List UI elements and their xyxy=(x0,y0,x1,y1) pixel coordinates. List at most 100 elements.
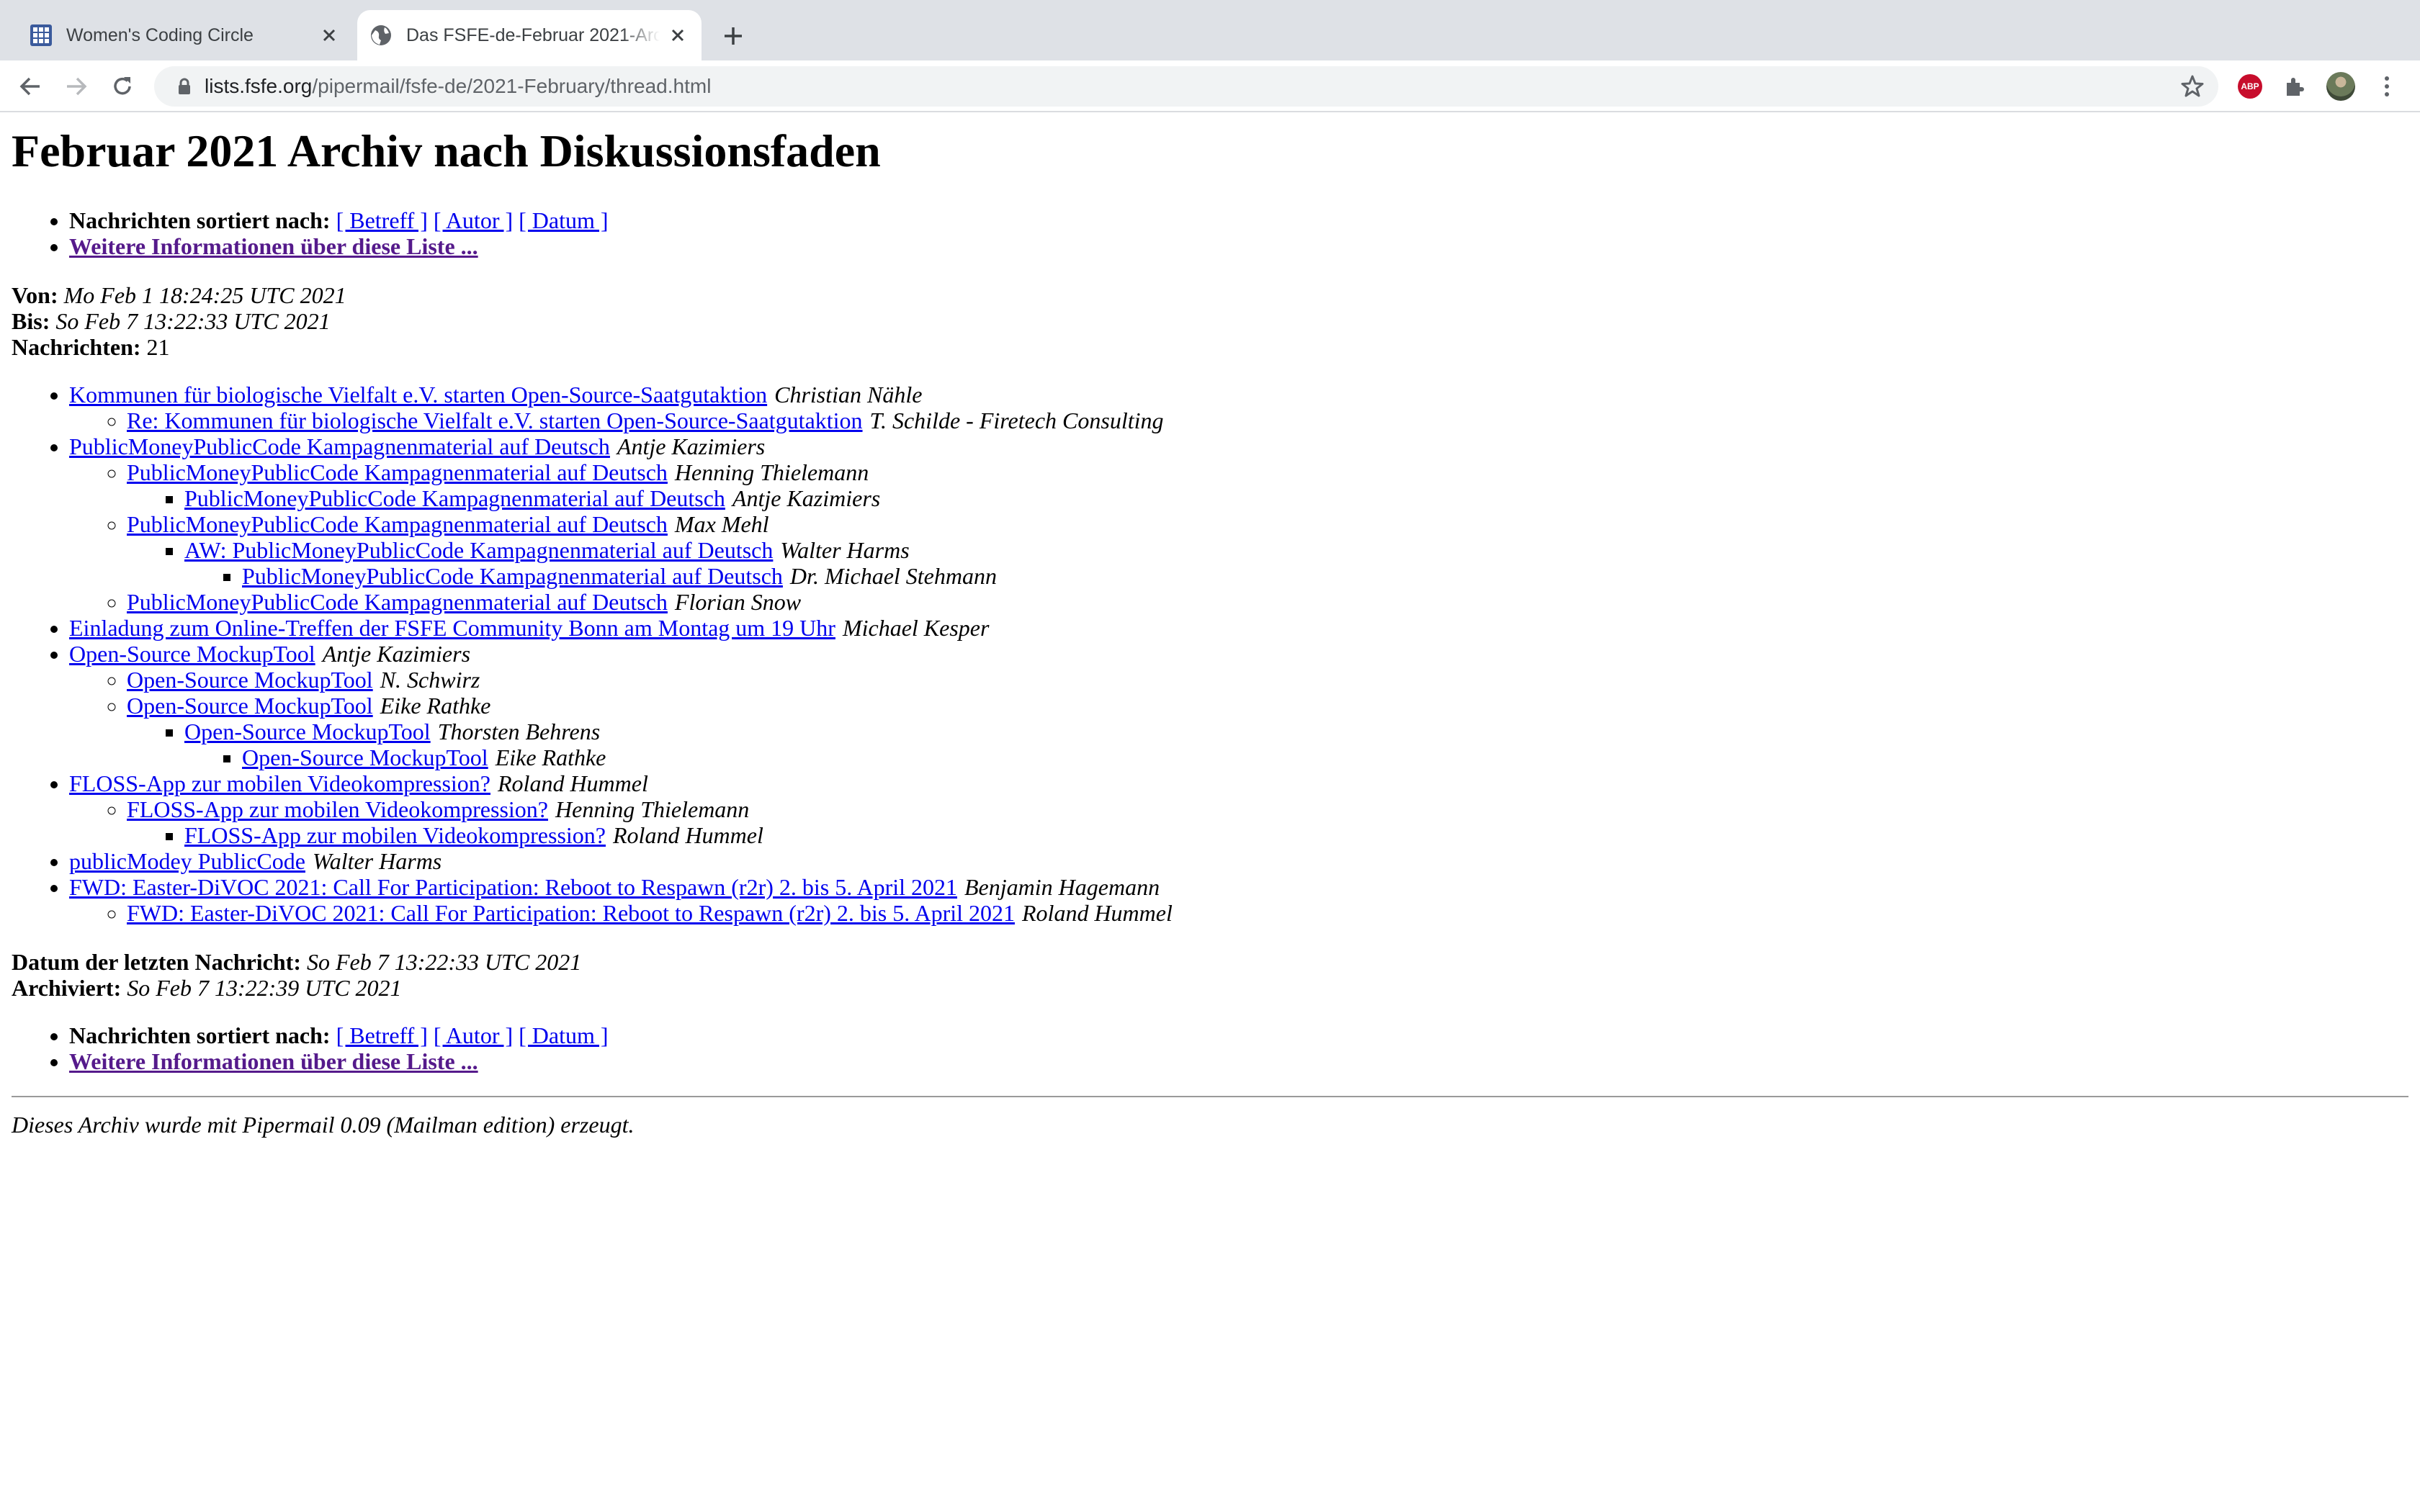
profile-avatar[interactable] xyxy=(2326,72,2355,101)
tab-fsfe-archive[interactable]: Das FSFE-de-Februar 2021-Archiv nach Dis… xyxy=(357,10,702,60)
thread-author: Max Mehl xyxy=(674,511,769,537)
reply-list: Open-Source MockupTool Eike Rathke xyxy=(184,744,2408,770)
reply-list: AW: PublicMoneyPublicCode Kampagnenmater… xyxy=(127,537,2408,589)
thread-item: publicModey PublicCode Walter Harms xyxy=(69,848,2408,874)
thread-item: PublicMoneyPublicCode Kampagnenmaterial … xyxy=(69,433,2408,615)
sort-by-author-link[interactable]: [ Autor ] xyxy=(434,207,513,233)
extensions-puzzle-icon[interactable] xyxy=(2280,72,2309,101)
reload-icon[interactable] xyxy=(108,72,137,101)
lock-icon[interactable] xyxy=(174,76,194,96)
thread-subject-link[interactable]: Open-Source MockupTool xyxy=(184,719,431,744)
sort-options-bottom: Nachrichten sortiert nach: [ Betreff ] [… xyxy=(12,1022,2408,1074)
thread-author: Christian Nähle xyxy=(774,382,923,408)
thread-author: Walter Harms xyxy=(312,848,442,874)
thread-subject-link[interactable]: PublicMoneyPublicCode Kampagnenmaterial … xyxy=(242,563,783,589)
thread-item: Open-Source MockupToolEike RathkeOpen-So… xyxy=(127,693,2408,770)
reply-list: PublicMoneyPublicCode Kampagnenmaterial … xyxy=(69,459,2408,615)
page-content: Februar 2021 Archiv nach Diskussionsfade… xyxy=(12,112,2408,1138)
tab-title: Das FSFE-de-Februar 2021-Archiv nach Dis… xyxy=(406,24,660,45)
menu-kebab-icon[interactable] xyxy=(2372,72,2401,101)
thread-subject-link[interactable]: FLOSS-App zur mobilen Videokompression? xyxy=(184,822,606,848)
forward-arrow-icon[interactable] xyxy=(62,72,91,101)
grid-favicon-icon xyxy=(29,23,53,48)
adblock-plus-icon[interactable]: ABP xyxy=(2236,72,2264,101)
thread-subject-link[interactable]: PublicMoneyPublicCode Kampagnenmaterial … xyxy=(127,511,668,537)
thread-item: FLOSS-App zur mobilen Videokompression? R… xyxy=(184,822,2408,848)
thread-author: Roland Hummel xyxy=(498,770,648,796)
address-bar[interactable]: lists.fsfe.org/pipermail/fsfe-de/2021-Fe… xyxy=(154,66,2218,107)
thread-item: Re: Kommunen für biologische Vielfalt e.… xyxy=(127,408,2408,433)
thread-item: Open-Source MockupTool N. Schwirz xyxy=(127,667,2408,693)
close-tab-icon[interactable] xyxy=(666,23,690,48)
reply-list: Open-Source MockupToolThorsten BehrensOp… xyxy=(127,719,2408,770)
thread-subject-link[interactable]: publicModey PublicCode xyxy=(69,848,305,874)
url-text[interactable]: lists.fsfe.org/pipermail/fsfe-de/2021-Fe… xyxy=(205,66,711,107)
thread-subject-link[interactable]: PublicMoneyPublicCode Kampagnenmaterial … xyxy=(184,485,725,511)
sort-by-subject-link[interactable]: [ Betreff ] xyxy=(336,207,428,233)
thread-author: Henning Thielemann xyxy=(555,796,750,822)
tab-womens-coding-circle[interactable]: Women's Coding Circle xyxy=(17,10,353,60)
thread-author: Florian Snow xyxy=(674,589,802,615)
thread-subject-link[interactable]: PublicMoneyPublicCode Kampagnenmaterial … xyxy=(127,459,668,485)
sort-by-date-link[interactable]: [ Datum ] xyxy=(519,1022,608,1048)
sort-by-date-link[interactable]: [ Datum ] xyxy=(519,207,608,233)
more-info-link[interactable]: Weitere Informationen über diese Liste .… xyxy=(69,233,478,259)
sort-by-author-link[interactable]: [ Autor ] xyxy=(434,1022,513,1048)
more-info-row: Weitere Informationen über diese Liste .… xyxy=(69,1048,2408,1074)
thread-author: Antje Kazimiers xyxy=(732,485,881,511)
new-tab-plus-icon[interactable] xyxy=(719,22,748,50)
thread-author: Henning Thielemann xyxy=(674,459,869,485)
bookmark-star-icon[interactable] xyxy=(2179,73,2205,99)
sort-label: Nachrichten sortiert nach: xyxy=(69,207,331,233)
thread-author: Benjamin Hagemann xyxy=(964,874,1160,900)
reply-list: Re: Kommunen für biologische Vielfalt e.… xyxy=(69,408,2408,433)
thread-subject-link[interactable]: Open-Source MockupTool xyxy=(242,744,488,770)
thread-subject-link[interactable]: FWD: Easter-DiVOC 2021: Call For Partici… xyxy=(69,874,957,900)
thread-author: Eike Rathke xyxy=(495,744,606,770)
message-count-label: Nachrichten: xyxy=(12,334,141,360)
thread-subject-link[interactable]: Einladung zum Online-Treffen der FSFE Co… xyxy=(69,615,835,641)
thread-item: FLOSS-App zur mobilen Videokompression?R… xyxy=(69,770,2408,848)
thread-subject-link[interactable]: Kommunen für biologische Vielfalt e.V. s… xyxy=(69,382,767,408)
thread-subject-link[interactable]: FLOSS-App zur mobilen Videokompression? xyxy=(69,770,490,796)
sort-row: Nachrichten sortiert nach: [ Betreff ] [… xyxy=(69,1022,2408,1048)
url-path: /pipermail/fsfe-de/2021-February/thread.… xyxy=(312,75,712,97)
thread-author: Roland Hummel xyxy=(613,822,763,848)
adblock-label: ABP xyxy=(2238,74,2262,99)
sort-by-subject-link[interactable]: [ Betreff ] xyxy=(336,1022,428,1048)
thread-item: PublicMoneyPublicCode Kampagnenmaterial … xyxy=(127,511,2408,589)
reply-list: FLOSS-App zur mobilen Videokompression?H… xyxy=(69,796,2408,848)
thread-subject-link[interactable]: AW: PublicMoneyPublicCode Kampagnenmater… xyxy=(184,537,773,563)
thread-item: Open-Source MockupToolAntje KazimiersOpe… xyxy=(69,641,2408,770)
last-message-date: So Feb 7 13:22:33 UTC 2021 xyxy=(306,949,582,975)
close-tab-icon[interactable] xyxy=(317,23,341,48)
thread-item: FWD: Easter-DiVOC 2021: Call For Partici… xyxy=(127,900,2408,926)
thread-subject-link[interactable]: Open-Source MockupTool xyxy=(127,667,373,693)
thread-subject-link[interactable]: Re: Kommunen für biologische Vielfalt e.… xyxy=(127,408,863,433)
thread-item: PublicMoneyPublicCode Kampagnenmaterial … xyxy=(242,563,2408,589)
more-info-link[interactable]: Weitere Informationen über diese Liste .… xyxy=(69,1048,478,1074)
to-date: So Feb 7 13:22:33 UTC 2021 xyxy=(55,308,331,334)
back-arrow-icon[interactable] xyxy=(16,72,45,101)
thread-item: Open-Source MockupToolThorsten BehrensOp… xyxy=(184,719,2408,770)
to-label: Bis: xyxy=(12,308,50,334)
thread-subject-link[interactable]: PublicMoneyPublicCode Kampagnenmaterial … xyxy=(127,589,668,615)
thread-item: Einladung zum Online-Treffen der FSFE Co… xyxy=(69,615,2408,641)
thread-subject-link[interactable]: FLOSS-App zur mobilen Videokompression? xyxy=(127,796,548,822)
thread-subject-link[interactable]: FWD: Easter-DiVOC 2021: Call For Partici… xyxy=(127,900,1015,926)
archive-meta: Datum der letzten Nachricht: So Feb 7 13… xyxy=(12,949,2408,1001)
thread-author: Michael Kesper xyxy=(842,615,990,641)
last-message-date-label: Datum der letzten Nachricht: xyxy=(12,949,301,975)
page-title: Februar 2021 Archiv nach Diskussionsfade… xyxy=(12,125,881,176)
thread-item: PublicMoneyPublicCode Kampagnenmaterial … xyxy=(184,485,2408,511)
thread-subject-link[interactable]: PublicMoneyPublicCode Kampagnenmaterial … xyxy=(69,433,610,459)
thread-subject-link[interactable]: Open-Source MockupTool xyxy=(127,693,373,719)
thread-subject-link[interactable]: Open-Source MockupTool xyxy=(69,641,315,667)
thread-item: FLOSS-App zur mobilen Videokompression?H… xyxy=(127,796,2408,848)
thread-author: Eike Rathke xyxy=(380,693,491,719)
thread-author: N. Schwirz xyxy=(380,667,480,693)
reply-list: FLOSS-App zur mobilen Videokompression? R… xyxy=(127,822,2408,848)
archive-range: Von: Mo Feb 1 18:24:25 UTC 2021 Bis: So … xyxy=(12,282,2408,360)
reply-list: PublicMoneyPublicCode Kampagnenmaterial … xyxy=(127,485,2408,511)
sort-label: Nachrichten sortiert nach: xyxy=(69,1022,331,1048)
